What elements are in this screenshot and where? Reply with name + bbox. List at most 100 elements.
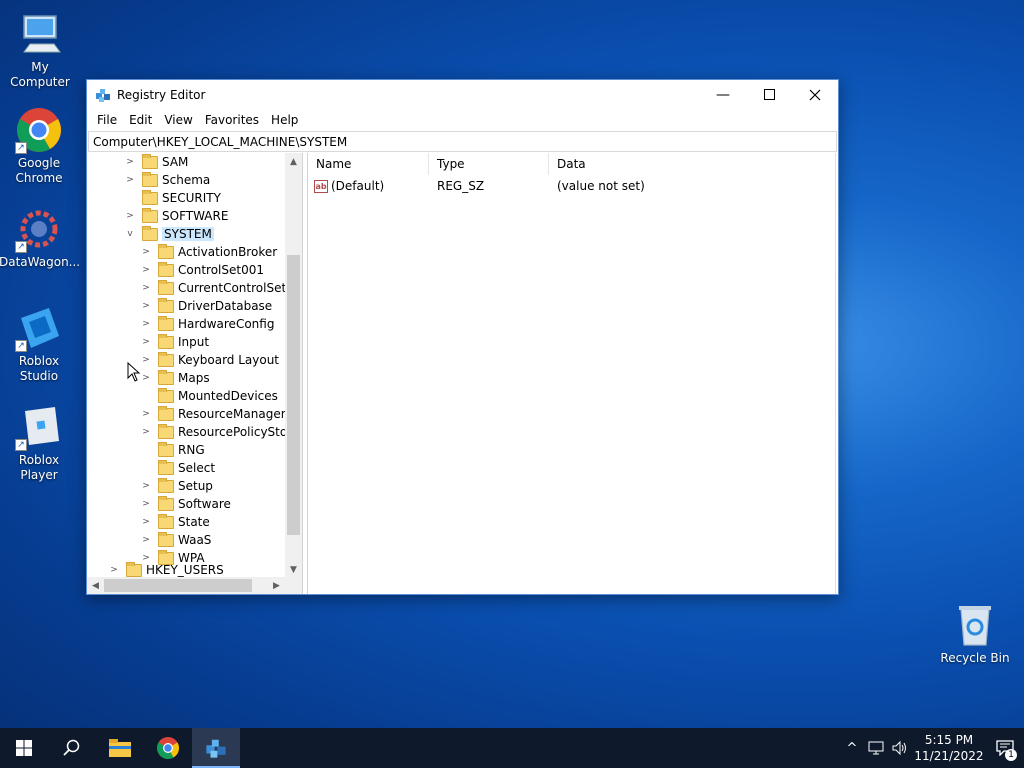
chevron-right-icon[interactable]: > [140, 408, 152, 420]
chevron-right-icon[interactable]: > [140, 480, 152, 492]
scroll-right-icon[interactable]: ▶ [268, 577, 285, 594]
tree-item-currentcontrolset[interactable]: > CurrentControlSet [140, 279, 285, 297]
tree-item-maps[interactable]: > Maps [140, 369, 210, 387]
shortcut-arrow-icon: ↗ [15, 142, 27, 154]
folder-icon [142, 207, 158, 223]
chevron-right-icon[interactable]: > [140, 300, 152, 312]
taskbar-registry-editor[interactable] [192, 728, 240, 768]
tree-item-resourcepolicystore[interactable]: > ResourcePolicyStore [140, 423, 285, 441]
chevron-right-icon[interactable]: > [140, 498, 152, 510]
tree-item-label: Input [178, 335, 210, 349]
tree-vertical-scrollbar[interactable]: ▲ ▼ [285, 153, 302, 578]
show-hidden-icons-button[interactable]: ^ [840, 728, 864, 768]
tree-item-sam[interactable]: > SAM [124, 153, 188, 171]
taskbar-chrome[interactable] [144, 728, 192, 768]
desktop-icon-roblox-studio[interactable]: ↗ Roblox Studio [0, 304, 79, 384]
column-type[interactable]: Type [429, 153, 549, 175]
tree-item-state[interactable]: > State [140, 513, 210, 531]
tree-item-hkey-users[interactable]: > HKEY_USERS [108, 561, 224, 578]
chevron-right-icon[interactable]: > [108, 564, 120, 576]
chevron-right-icon[interactable]: > [140, 264, 152, 276]
minimize-button[interactable]: — [700, 80, 746, 109]
chevron-right-icon[interactable]: > [140, 354, 152, 366]
desktop-icon-datawagon[interactable]: ↗ DataWagon... [0, 205, 80, 270]
tree-item-label: State [178, 515, 210, 529]
scroll-thumb[interactable] [104, 579, 252, 592]
volume-button[interactable] [888, 728, 912, 768]
values-list-pane[interactable]: Name Type Data ab (Default) REG_SZ (valu… [307, 153, 838, 594]
tree-item-activationbroker[interactable]: > ActivationBroker [140, 243, 277, 261]
tree-item-label: HardwareConfig [178, 317, 275, 331]
tree-item-system[interactable]: v SYSTEM [124, 225, 214, 243]
tree-item-waas[interactable]: > WaaS [140, 531, 211, 549]
folder-icon [158, 387, 174, 403]
chevron-right-icon[interactable]: > [140, 336, 152, 348]
tree-horizontal-scrollbar[interactable]: ◀ ▶ [87, 577, 285, 594]
tree-item-hardwareconfig[interactable]: > HardwareConfig [140, 315, 274, 333]
chevron-right-icon[interactable]: > [140, 534, 152, 546]
folder-icon [158, 315, 174, 331]
minimize-icon: — [716, 86, 730, 103]
tree-item-rng[interactable]: RNG [140, 441, 205, 459]
desktop-icon-roblox-player[interactable]: ↗ Roblox Player [0, 403, 79, 483]
network-icon [868, 741, 884, 755]
chrome-icon [157, 737, 179, 759]
chevron-up-icon: ^ [846, 740, 858, 756]
chevron-right-icon[interactable]: > [140, 372, 152, 384]
search-button[interactable] [48, 728, 96, 768]
chevron-right-icon[interactable]: > [124, 174, 136, 186]
system-tray: ^ 5:15 PM 11/21/2022 1 [840, 728, 1024, 768]
tree-item-input[interactable]: > Input [140, 333, 209, 351]
scroll-up-icon[interactable]: ▲ [285, 153, 302, 170]
chevron-right-icon[interactable]: > [140, 318, 152, 330]
tree-item-mounteddevices[interactable]: MountedDevices [140, 387, 278, 405]
tree-item-driverdatabase[interactable]: > DriverDatabase [140, 297, 272, 315]
menu-favorites[interactable]: Favorites [199, 109, 265, 131]
chevron-right-icon[interactable]: > [124, 210, 136, 222]
folder-icon [158, 459, 174, 475]
chevron-right-icon[interactable]: > [140, 282, 152, 294]
folder-icon [158, 441, 174, 457]
scroll-down-icon[interactable]: ▼ [285, 561, 302, 578]
chevron-right-icon[interactable]: > [124, 156, 136, 168]
title-bar[interactable]: Registry Editor — [87, 80, 838, 109]
scroll-left-icon[interactable]: ◀ [87, 577, 104, 594]
clock[interactable]: 5:15 PM 11/21/2022 [912, 732, 986, 764]
start-button[interactable] [0, 728, 48, 768]
maximize-button[interactable] [746, 80, 792, 109]
tree-item-software[interactable]: > SOFTWARE [124, 207, 228, 225]
column-name[interactable]: Name [308, 153, 429, 175]
menu-edit[interactable]: Edit [123, 109, 158, 131]
tree-item-label: SAM [162, 155, 189, 169]
close-button[interactable] [792, 80, 838, 109]
list-item[interactable]: ab (Default) REG_SZ (value not set) [308, 177, 838, 195]
action-center-button[interactable]: 1 [986, 728, 1024, 768]
address-bar[interactable]: Computer\HKEY_LOCAL_MACHINE\SYSTEM [88, 131, 837, 152]
notification-count-badge: 1 [1005, 749, 1017, 761]
tree-item-controlset001[interactable]: > ControlSet001 [140, 261, 264, 279]
tree-item-security[interactable]: SECURITY [124, 189, 221, 207]
chevron-right-icon[interactable]: > [140, 426, 152, 438]
desktop-icon-my-computer[interactable]: My Computer [0, 10, 80, 90]
scroll-thumb[interactable] [287, 255, 300, 535]
desktop-icon-google-chrome[interactable]: ↗ Google Chrome [0, 106, 79, 186]
column-data[interactable]: Data [549, 153, 834, 175]
tree-item-software[interactable]: > Software [140, 495, 231, 513]
chevron-right-icon[interactable]: > [140, 516, 152, 528]
menu-view[interactable]: View [158, 109, 198, 131]
speaker-icon [892, 741, 906, 755]
tree-item-select[interactable]: Select [140, 459, 215, 477]
chevron-down-icon[interactable]: v [124, 228, 136, 240]
tree-item-keyboard-layout[interactable]: > Keyboard Layout [140, 351, 279, 369]
datawagon-icon: ↗ [15, 205, 63, 253]
tree-item-resourcemanager[interactable]: > ResourceManager [140, 405, 285, 423]
menu-file[interactable]: File [91, 109, 123, 131]
taskbar-file-explorer[interactable] [96, 728, 144, 768]
tree-item-schema[interactable]: > Schema [124, 171, 210, 189]
network-button[interactable] [864, 728, 888, 768]
chevron-right-icon[interactable]: > [140, 246, 152, 258]
desktop-icon-recycle-bin[interactable]: Recycle Bin [935, 601, 1015, 666]
menu-help[interactable]: Help [265, 109, 304, 131]
tree-item-setup[interactable]: > Setup [140, 477, 213, 495]
